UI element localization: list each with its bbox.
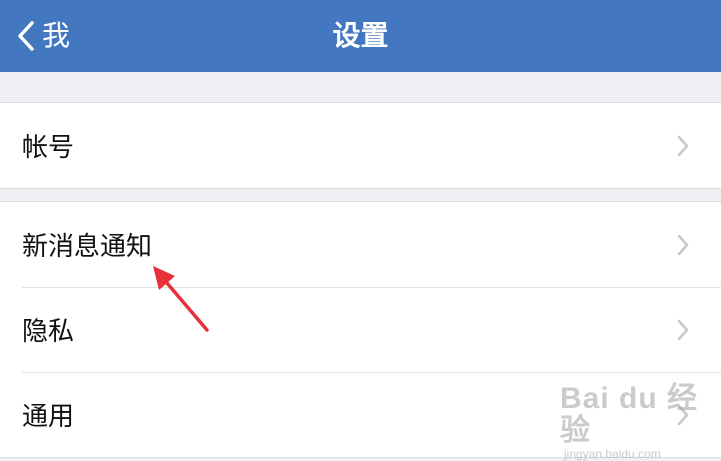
chevron-right-icon xyxy=(677,234,689,256)
page-title: 设置 xyxy=(332,19,389,52)
chevron-right-icon xyxy=(677,319,689,341)
chevron-right-icon xyxy=(677,135,689,157)
baidu-jingyan-watermark: Bai du 经验 jingyan.baidu.com xyxy=(560,383,710,461)
settings-group-account: 帐号 xyxy=(0,102,721,189)
settings-item-notifications[interactable]: 新消息通知 xyxy=(0,202,721,287)
settings-item-label: 通用 xyxy=(22,402,75,432)
settings-item-account[interactable]: 帐号 xyxy=(0,103,721,188)
navigation-bar: 我 设置 xyxy=(0,0,721,72)
settings-item-privacy[interactable]: 隐私 xyxy=(0,287,721,372)
settings-item-label: 隐私 xyxy=(22,317,75,347)
settings-item-label: 新消息通知 xyxy=(22,232,153,262)
annotation-arrow-icon xyxy=(145,262,215,334)
watermark-main: Bai du 经验 xyxy=(560,382,699,447)
settings-item-label: 帐号 xyxy=(22,133,75,163)
watermark-sub: jingyan.baidu.com xyxy=(564,447,661,461)
